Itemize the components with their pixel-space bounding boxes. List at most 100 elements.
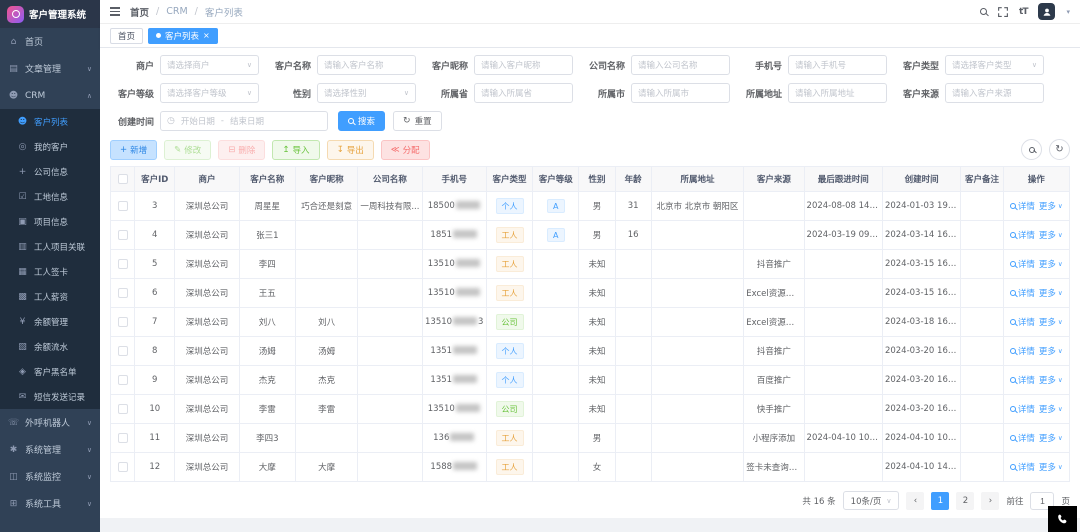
page-button-2[interactable]: 2 [956,492,974,510]
sidebar-item-worker-salary[interactable]: ▩工人薪资 [0,284,100,309]
province-input[interactable] [481,88,566,98]
sidebar-item-system-tools[interactable]: ⊞系统工具∨ [0,490,100,517]
detail-link[interactable]: 详情 [1010,316,1035,328]
search-button[interactable]: 搜索 [338,111,385,131]
avatar[interactable] [1038,3,1055,20]
sidebar-item-balance-manage[interactable]: ¥余额管理 [0,309,100,334]
sidebar-item-balance-flow[interactable]: ▧余额流水 [0,334,100,359]
row-checkbox[interactable] [118,201,128,211]
more-link[interactable]: 更多∨ [1039,229,1063,241]
table-row: 5深圳总公司李四13510工人未知抖音推广2024-03-15 16:54:..… [111,250,1070,279]
customer-source-input[interactable] [952,88,1037,98]
toggle-search-button[interactable] [1021,139,1042,160]
sidebar-item-customer-blacklist[interactable]: ◈客户黑名单 [0,359,100,384]
breadcrumb-home[interactable]: 首页 [130,5,149,19]
detail-link[interactable]: 详情 [1010,403,1035,415]
row-checkbox[interactable] [118,259,128,269]
sidebar-item-crm[interactable]: ☻CRM∧ [0,82,100,109]
customer-name-input[interactable] [324,60,409,70]
company-name-input[interactable] [638,60,723,70]
download-button[interactable]: ↧导出 [327,140,374,160]
reset-button[interactable]: ↻ 重置 [393,111,442,131]
search-icon [1029,147,1035,153]
select-all-checkbox[interactable] [118,174,128,184]
detail-link[interactable]: 详情 [1010,287,1035,299]
row-checkbox[interactable] [118,375,128,385]
prev-page-button[interactable]: ‹ [906,492,924,510]
sidebar-item-customer-list[interactable]: ☻客户列表 [0,109,100,134]
more-link[interactable]: 更多∨ [1039,316,1063,328]
breadcrumb-crm[interactable]: CRM [166,6,187,17]
tab-customer-list[interactable]: 客户列表 × [148,28,218,44]
font-size-icon[interactable]: tT [1019,7,1027,17]
refresh-button[interactable]: ↻ [1049,139,1070,160]
more-link[interactable]: 更多∨ [1039,200,1063,212]
upload-button[interactable]: ↥导入 [272,140,319,160]
sidebar-item-system-monitor[interactable]: ◫系统监控∨ [0,463,100,490]
column-header: 性别 [579,167,615,192]
merchant-select[interactable]: 请选择商户∨ [160,55,259,75]
detail-icon [1010,203,1016,209]
sidebar-item-company-info[interactable]: +公司信息 [0,159,100,184]
city-input[interactable] [638,88,723,98]
more-link[interactable]: 更多∨ [1039,432,1063,444]
more-label: 更多 [1039,316,1056,328]
gender-select[interactable]: 请选择性别∨ [317,83,416,103]
page-size-select[interactable]: 10条/页 ∨ [843,491,900,510]
detail-link[interactable]: 详情 [1010,229,1035,241]
row-checkbox[interactable] [118,346,128,356]
address-input[interactable] [795,88,880,98]
more-link[interactable]: 更多∨ [1039,287,1063,299]
plus-button[interactable]: +新增 [110,140,157,160]
detail-link[interactable]: 详情 [1010,461,1035,473]
customer-level-select[interactable]: 请选择客户等级∨ [160,83,259,103]
more-link[interactable]: 更多∨ [1039,461,1063,473]
customer-type-select[interactable]: 请选择客户类型∨ [945,55,1044,75]
cell-age [615,366,651,395]
filter-field-address: 所属地址 [738,83,895,103]
edit-button[interactable]: ✎修改 [164,140,211,160]
search-icon[interactable] [980,8,987,15]
more-link[interactable]: 更多∨ [1039,403,1063,415]
delete-button[interactable]: ⊟删除 [218,140,265,160]
sidebar-item-outbound-robot[interactable]: ☏外呼机器人∨ [0,409,100,436]
row-checkbox[interactable] [118,317,128,327]
more-link[interactable]: 更多∨ [1039,258,1063,270]
cell-gender: 未知 [579,395,615,424]
detail-link[interactable]: 详情 [1010,200,1035,212]
fullscreen-icon[interactable] [998,7,1008,17]
customer-nickname-input[interactable] [481,60,566,70]
call-widget-button[interactable] [1048,506,1077,532]
detail-link[interactable]: 详情 [1010,374,1035,386]
phone-input[interactable] [795,60,880,70]
cell-age [615,337,651,366]
next-page-button[interactable]: › [981,492,999,510]
row-checkbox[interactable] [118,433,128,443]
sidebar-item-sms-record[interactable]: ✉短信发送记录 [0,384,100,409]
sidebar-item-home[interactable]: ⌂首页 [0,28,100,55]
row-checkbox[interactable] [118,462,128,472]
sidebar-item-worker-sign-card[interactable]: ▦工人签卡 [0,259,100,284]
more-link[interactable]: 更多∨ [1039,345,1063,357]
row-checkbox[interactable] [118,230,128,240]
row-checkbox[interactable] [118,404,128,414]
tab-home[interactable]: 首页 [110,28,143,44]
cell-actions: 详情更多∨ [1003,453,1069,482]
more-link[interactable]: 更多∨ [1039,374,1063,386]
date-range-picker[interactable]: ◷ 开始日期 - 结束日期 [160,111,328,131]
sidebar-item-article-manage[interactable]: ▤文章管理∨ [0,55,100,82]
close-icon[interactable]: × [203,32,210,40]
sidebar-item-my-customers[interactable]: ◎我的客户 [0,134,100,159]
detail-link[interactable]: 详情 [1010,432,1035,444]
page-button-1[interactable]: 1 [931,492,949,510]
sidebar-item-site-info[interactable]: ☑工地信息 [0,184,100,209]
sidebar-item-system-manage[interactable]: ✱系统管理∨ [0,436,100,463]
sidebar-item-worker-project-link[interactable]: ▥工人项目关联 [0,234,100,259]
row-checkbox[interactable] [118,288,128,298]
detail-link[interactable]: 详情 [1010,345,1035,357]
sidebar-item-project-info[interactable]: ▣项目信息 [0,209,100,234]
chevron-down-icon[interactable]: ▾ [1066,8,1070,16]
menu-toggle-icon[interactable] [110,7,120,16]
detail-link[interactable]: 详情 [1010,258,1035,270]
allocate-button[interactable]: ≪分配 [381,140,430,160]
